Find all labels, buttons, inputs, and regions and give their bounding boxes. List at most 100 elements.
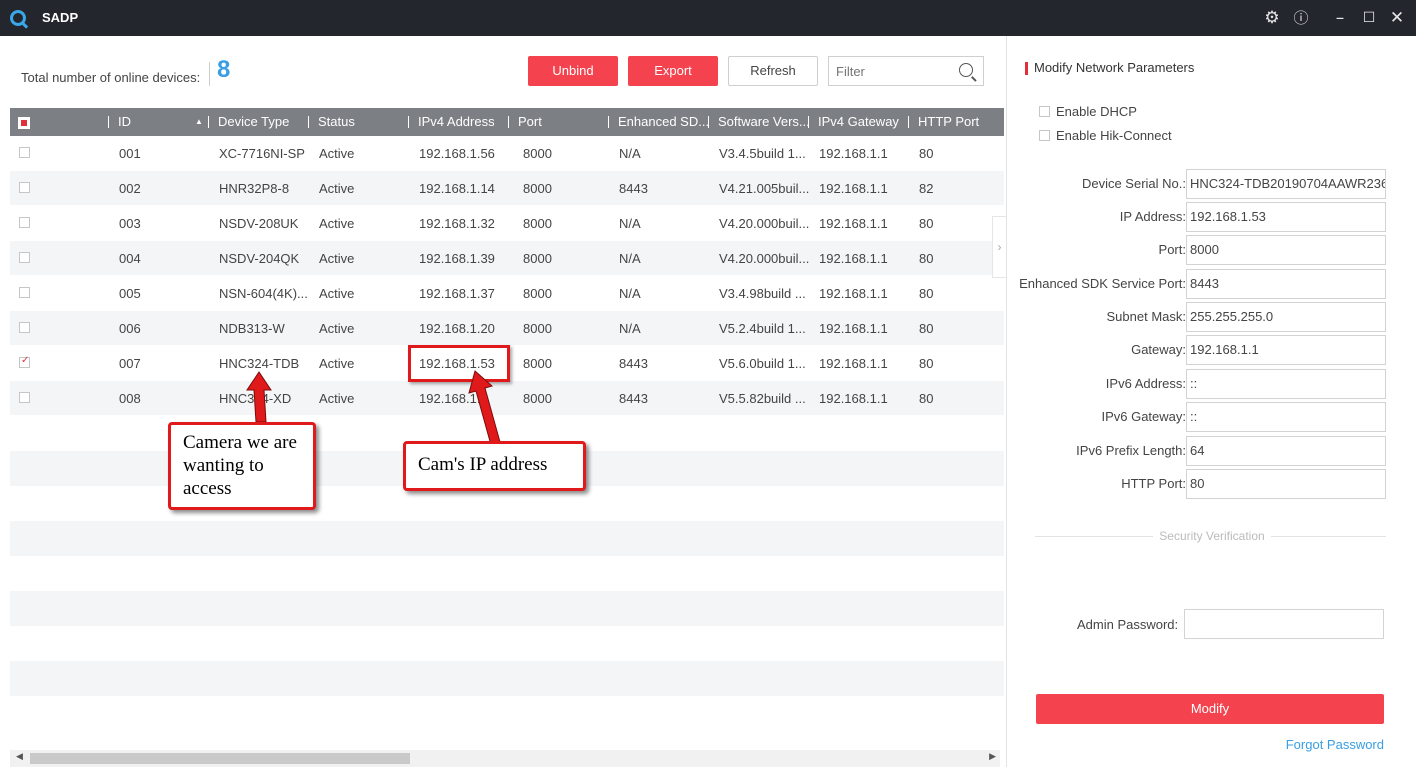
cell-ipv4-address: 192.168.1.56 [419, 146, 495, 161]
scrollbar-thumb[interactable] [30, 753, 410, 764]
table-row[interactable]: 006 NDB313-W Active 192.168.1.20 8000 N/A V5.2… [10, 311, 1004, 346]
empty-table-row [10, 486, 1004, 521]
row-checkbox[interactable] [19, 147, 30, 158]
field-label: Device Serial No.: [1081, 176, 1186, 191]
minimize-icon[interactable]: – [1330, 8, 1350, 28]
cell-enhanced-sdk-port: N/A [619, 321, 641, 336]
search-icon[interactable] [959, 63, 973, 77]
column-header-ipv4-address[interactable]: IPv4 Address [408, 108, 495, 136]
field-input[interactable]: :: [1186, 402, 1386, 432]
cell-port: 8000 [523, 146, 552, 161]
cell-id: 002 [119, 181, 141, 196]
ip-highlight-box [408, 345, 510, 382]
cell-ipv4-gateway: 192.168.1.1 [819, 391, 888, 406]
cell-status: Active [319, 216, 355, 231]
row-checkbox[interactable] [19, 217, 30, 228]
select-all-checkbox[interactable] [18, 117, 30, 129]
cell-ipv4-gateway: 192.168.1.1 [819, 321, 888, 336]
enable-dhcp-option[interactable]: Enable DHCP [1039, 104, 1137, 119]
online-devices-label: Total number of online devices: [21, 70, 201, 85]
collapse-panel-chevron-icon[interactable]: › [992, 216, 1006, 278]
cell-device-type: NSDV-204QK [219, 251, 300, 266]
admin-password-label: Admin Password: [1077, 617, 1179, 632]
column-header-device-type[interactable]: Device Type [208, 108, 289, 136]
table-row[interactable]: 008 HNC324-XD Active 192.168.1.6 8000 8443 V5.… [10, 381, 1004, 416]
filter-input[interactable] [829, 57, 949, 85]
field-input[interactable]: 8000 [1186, 235, 1386, 265]
field-input[interactable]: HNC324-TDB20190704AAWR2365 [1186, 169, 1386, 199]
cell-device-type: NDB313-W [219, 321, 285, 336]
forgot-password-link[interactable]: Forgot Password [1286, 737, 1384, 752]
cell-device-type: NSDV-208UK [219, 216, 299, 231]
cell-port: 8000 [523, 216, 552, 231]
field-label: Gateway: [1131, 342, 1186, 357]
cell-ipv4-gateway: 192.168.1.1 [819, 286, 888, 301]
column-header-id[interactable]: ID [108, 108, 131, 136]
scroll-left-icon[interactable]: ◀ [16, 752, 23, 762]
table-row[interactable]: 003 NSDV-208UK Active 192.168.1.32 8000 N/A V4… [10, 206, 1004, 241]
field-input[interactable]: 8443 [1186, 269, 1386, 299]
filter-box [828, 56, 984, 86]
column-header-enhanced-sdk[interactable]: Enhanced SD... [608, 108, 709, 136]
cell-enhanced-sdk-port: N/A [619, 286, 641, 301]
table-row[interactable]: 002 HNR32P8-8 Active 192.168.1.14 8000 8443 V4… [10, 171, 1004, 206]
info-icon[interactable]: ⓘ [1291, 8, 1311, 28]
table-row[interactable]: 001 XC-7716NI-SP Active 192.168.1.56 8000 N/A… [10, 136, 1004, 171]
cell-software-version: V3.4.5build 1... [719, 146, 806, 161]
empty-table-row [10, 521, 1004, 556]
panel-title: Modify Network Parameters [1025, 60, 1194, 75]
sort-ascending-icon[interactable]: ▲ [195, 108, 203, 136]
column-header-http-port[interactable]: HTTP Port [908, 108, 979, 136]
export-button[interactable]: Export [628, 56, 718, 86]
row-checkbox[interactable] [19, 392, 30, 403]
device-table: ID ▲ Device Type Status IPv4 Address Por… [10, 108, 1004, 696]
row-checkbox[interactable] [19, 182, 30, 193]
admin-password-field[interactable] [1184, 609, 1384, 639]
table-row[interactable]: 005 NSN-604(4K)... Active 192.168.1.37 8000 N… [10, 276, 1004, 311]
horizontal-scrollbar[interactable]: ◀ ▶ [10, 750, 1000, 767]
field-input[interactable]: 255.255.255.0 [1186, 302, 1386, 332]
enable-hik-connect-option[interactable]: Enable Hik-Connect [1039, 128, 1172, 143]
column-header-port[interactable]: Port [508, 108, 542, 136]
divider [209, 62, 210, 86]
field-input[interactable]: 64 [1186, 436, 1386, 466]
cell-http-port: 80 [919, 216, 934, 231]
row-checkbox[interactable] [19, 252, 30, 263]
column-header-status[interactable]: Status [308, 108, 355, 136]
cell-status: Active [319, 146, 355, 161]
cell-device-type: HNC324-TDB [219, 356, 300, 371]
field-input[interactable]: 80 [1186, 469, 1386, 499]
column-header-ipv4-gateway[interactable]: IPv4 Gateway [808, 108, 899, 136]
gear-icon[interactable]: ⚙ [1262, 8, 1282, 28]
cell-ipv4-address: 192.168.1.32 [419, 216, 495, 231]
table-row[interactable]: 004 NSDV-204QK Active 192.168.1.39 8000 N/A V4… [10, 241, 1004, 276]
cell-id: 007 [119, 356, 141, 371]
refresh-button[interactable]: Refresh [728, 56, 818, 86]
cell-software-version: V5.5.82build ... [719, 391, 806, 406]
unbind-button[interactable]: Unbind [528, 56, 618, 86]
modify-button[interactable]: Modify [1036, 694, 1384, 724]
cell-port: 8000 [523, 391, 552, 406]
row-checkbox[interactable] [19, 322, 30, 333]
field-input[interactable]: 192.168.1.1 [1186, 335, 1386, 365]
row-checkbox[interactable] [19, 287, 30, 298]
enable-dhcp-checkbox[interactable] [1039, 106, 1050, 117]
cell-id: 008 [119, 391, 141, 406]
maximize-icon[interactable]: ☐ [1359, 8, 1379, 28]
close-icon[interactable]: ✕ [1387, 8, 1407, 28]
field-input[interactable]: :: [1186, 369, 1386, 399]
device-list-panel: Total number of online devices: 8 Unbind… [0, 36, 1006, 767]
cell-port: 8000 [523, 181, 552, 196]
cell-status: Active [319, 321, 355, 336]
field-input[interactable]: 192.168.1.53 [1186, 202, 1386, 232]
cell-enhanced-sdk-port: N/A [619, 216, 641, 231]
scroll-right-icon[interactable]: ▶ [989, 752, 996, 762]
row-checkbox[interactable] [19, 355, 30, 368]
cell-id: 006 [119, 321, 141, 336]
title-bar: SADP ⚙ ⓘ – ☐ ✕ [0, 0, 1416, 36]
cell-http-port: 80 [919, 251, 934, 266]
cell-device-type: NSN-604(4K)... [219, 286, 308, 301]
enable-hik-connect-checkbox[interactable] [1039, 130, 1050, 141]
cell-id: 003 [119, 216, 141, 231]
column-header-software-version[interactable]: Software Vers... [708, 108, 810, 136]
